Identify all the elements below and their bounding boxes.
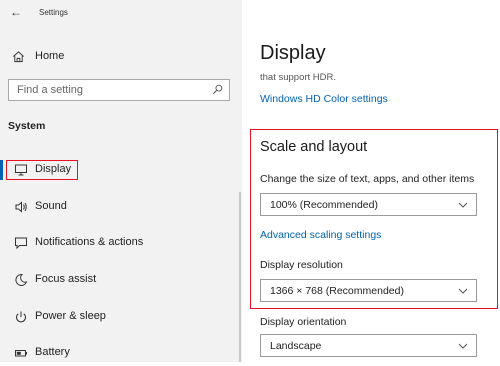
- home-icon: [13, 50, 24, 62]
- advanced-scaling-link[interactable]: Advanced scaling settings: [260, 229, 381, 241]
- orientation-dropdown-value: Landscape: [270, 340, 322, 352]
- sidebar-item-label: Display: [35, 163, 72, 175]
- resolution-dropdown[interactable]: 1366 × 768 (Recommended): [260, 279, 477, 302]
- search-box[interactable]: [8, 79, 230, 101]
- scale-label: Change the size of text, apps, and other…: [260, 173, 475, 185]
- moon-icon: [15, 273, 28, 286]
- resolution-dropdown-value: 1366 × 768 (Recommended): [270, 285, 404, 297]
- notification-icon: [15, 237, 27, 250]
- chevron-down-icon: [458, 202, 468, 208]
- scale-dropdown[interactable]: 100% (Recommended): [260, 193, 477, 216]
- home-nav-item[interactable]: Home: [12, 46, 64, 66]
- chevron-down-icon: [458, 288, 468, 294]
- sidebar: ← Settings Home System Display Soun: [0, 0, 242, 362]
- sidebar-scrollbar[interactable]: [239, 192, 241, 362]
- title-bar: ← Settings: [0, 0, 242, 26]
- sidebar-item-label: Battery: [35, 346, 70, 358]
- hdr-description: that support HDR.: [260, 72, 337, 83]
- search-input[interactable]: [9, 80, 209, 100]
- sidebar-item-notifications[interactable]: Notifications & actions: [0, 230, 242, 256]
- chevron-down-icon: [458, 343, 468, 349]
- sidebar-item-power-sleep[interactable]: Power & sleep: [0, 304, 242, 330]
- page-title: Display: [260, 42, 326, 64]
- speaker-icon: [15, 201, 27, 213]
- orientation-label: Display orientation: [260, 316, 347, 328]
- section-header-system: System: [8, 120, 46, 132]
- back-arrow-icon[interactable]: ←: [10, 2, 22, 22]
- sidebar-item-label: Focus assist: [35, 273, 97, 285]
- sidebar-item-label: Sound: [35, 200, 67, 212]
- orientation-dropdown[interactable]: Landscape: [260, 334, 477, 357]
- sidebar-item-sound[interactable]: Sound: [0, 194, 242, 220]
- battery-icon: [15, 350, 27, 357]
- home-label: Home: [35, 50, 65, 62]
- sidebar-item-label: Notifications & actions: [35, 236, 144, 248]
- section-heading-scale-layout: Scale and layout: [260, 139, 368, 155]
- sidebar-item-display[interactable]: Display: [0, 157, 242, 183]
- power-icon: [16, 311, 26, 323]
- search-icon[interactable]: [212, 84, 223, 95]
- resolution-label: Display resolution: [260, 259, 343, 271]
- app-title: Settings: [39, 8, 68, 17]
- sidebar-item-focus-assist[interactable]: Focus assist: [0, 267, 242, 293]
- sidebar-item-label: Power & sleep: [35, 310, 106, 322]
- hd-color-settings-link[interactable]: Windows HD Color settings: [260, 93, 388, 105]
- selection-indicator: [0, 160, 3, 180]
- scale-dropdown-value: 100% (Recommended): [270, 199, 378, 211]
- sidebar-item-battery[interactable]: Battery: [0, 340, 242, 366]
- monitor-icon: [15, 164, 27, 176]
